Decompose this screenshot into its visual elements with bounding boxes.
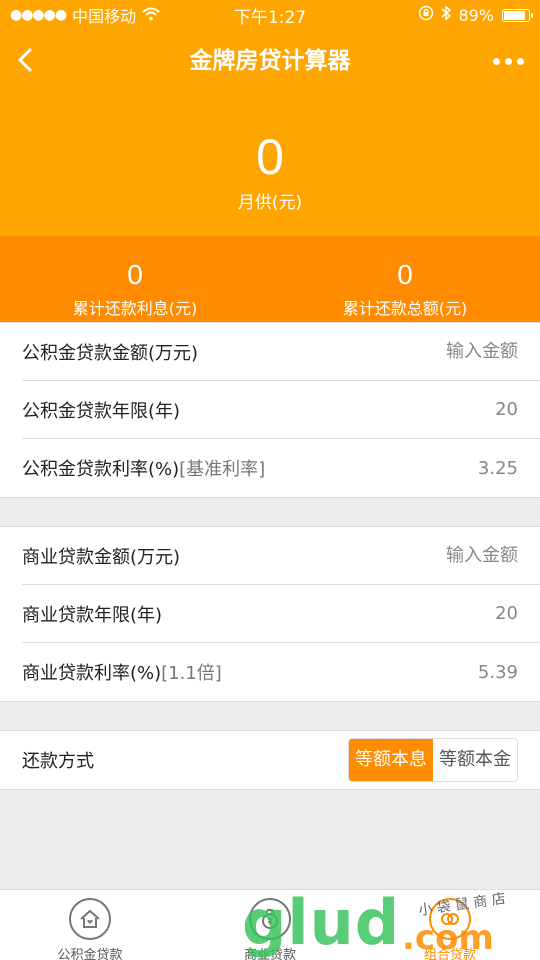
tab-commercial-label: 商业贷款 bbox=[243, 948, 296, 960]
more-dot-icon bbox=[504, 57, 512, 65]
commercial-rate-label: 商业贷款利率(%)[1.1倍] bbox=[22, 659, 222, 685]
rotation-lock-icon bbox=[418, 5, 434, 25]
commercial-amount-row[interactable]: 商业贷款金额(万元) bbox=[22, 527, 540, 585]
commercial-years-value[interactable]: 20 bbox=[495, 603, 518, 624]
commercial-amount-input[interactable] bbox=[368, 545, 518, 566]
combo-icon bbox=[429, 898, 471, 940]
house-icon bbox=[69, 898, 111, 940]
total-interest: 0 累计还款利息(元) bbox=[0, 236, 270, 322]
provident-amount-label: 公积金贷款金额(万元) bbox=[22, 342, 199, 364]
total-repayment: 0 累计还款总额(元) bbox=[270, 236, 540, 322]
page-title: 金牌房贷计算器 bbox=[189, 48, 351, 74]
commercial-rate-label-text: 商业贷款利率(%) bbox=[22, 663, 162, 684]
tab-combined-loan[interactable]: 组合贷款 bbox=[360, 890, 540, 960]
equal-principal-button[interactable]: 等额本金 bbox=[433, 739, 517, 781]
total-repayment-value: 0 bbox=[397, 259, 413, 290]
provident-fund-section: 公积金贷款金额(万元) 公积金贷款年限(年) 20 公积金贷款利率(%)[基准利… bbox=[0, 322, 540, 498]
battery-percent: 89% bbox=[458, 5, 494, 25]
commercial-rate-row[interactable]: 商业贷款利率(%)[1.1倍] 5.39 bbox=[22, 643, 540, 701]
commercial-years-row[interactable]: 商业贷款年限(年) 20 bbox=[22, 585, 540, 643]
monthly-payment-value: 0 bbox=[256, 129, 284, 185]
more-dot-icon bbox=[516, 57, 524, 65]
battery-icon bbox=[502, 8, 533, 22]
repayment-method-row: 还款方式 等额本息 等额本金 bbox=[22, 731, 540, 789]
provident-years-row[interactable]: 公积金贷款年限(年) 20 bbox=[22, 381, 540, 439]
carrier-name: 中国移动 bbox=[72, 7, 137, 26]
bluetooth-icon bbox=[440, 5, 452, 25]
tab-provident-loan[interactable]: 公积金贷款 bbox=[0, 890, 180, 960]
more-button[interactable] bbox=[488, 51, 528, 71]
tab-bar: 公积金贷款 商业贷款 组合贷款 bbox=[0, 889, 540, 960]
money-bag-icon bbox=[249, 898, 291, 940]
commercial-years-label: 商业贷款年限(年) bbox=[22, 604, 163, 626]
summary-panel: 0 累计还款利息(元) 0 累计还款总额(元) bbox=[0, 236, 540, 322]
tab-provident-label: 公积金贷款 bbox=[57, 948, 123, 960]
monthly-payment-panel: 0 月供(元) bbox=[0, 92, 540, 236]
tab-combined-label: 组合贷款 bbox=[423, 948, 476, 960]
tab-commercial-loan[interactable]: 商业贷款 bbox=[180, 890, 360, 960]
repayment-method-section: 还款方式 等额本息 等额本金 bbox=[0, 730, 540, 790]
more-dot-icon bbox=[492, 57, 500, 65]
battery-level bbox=[504, 10, 525, 20]
signal-strength-icon: ●●●●● bbox=[10, 7, 67, 23]
nav-bar: 金牌房贷计算器 bbox=[0, 30, 540, 92]
provident-amount-row[interactable]: 公积金贷款金额(万元) bbox=[22, 323, 540, 381]
total-interest-label: 累计还款利息(元) bbox=[72, 299, 198, 318]
monthly-payment-label: 月供(元) bbox=[237, 193, 303, 213]
provident-years-value[interactable]: 20 bbox=[495, 399, 518, 420]
provident-rate-row[interactable]: 公积金贷款利率(%)[基准利率] 3.25 bbox=[22, 439, 540, 497]
repayment-method-switch: 等额本息 等额本金 bbox=[348, 738, 518, 782]
commercial-loan-section: 商业贷款金额(万元) 商业贷款年限(年) 20 商业贷款利率(%)[1.1倍] … bbox=[0, 526, 540, 702]
commercial-amount-label: 商业贷款金额(万元) bbox=[22, 546, 181, 568]
commercial-rate-note: [1.1倍] bbox=[161, 663, 222, 684]
provident-amount-input[interactable] bbox=[368, 341, 518, 362]
commercial-rate-value[interactable]: 5.39 bbox=[478, 662, 518, 683]
total-repayment-label: 累计还款总额(元) bbox=[342, 299, 468, 318]
total-interest-value: 0 bbox=[127, 259, 143, 290]
provident-years-label: 公积金贷款年限(年) bbox=[22, 400, 181, 422]
provident-rate-note: [基准利率] bbox=[179, 459, 266, 480]
status-bar: ●●●●● 中国移动 下午1:27 89% bbox=[0, 0, 540, 30]
provident-rate-value[interactable]: 3.25 bbox=[478, 458, 518, 479]
equal-installment-button[interactable]: 等额本息 bbox=[349, 739, 433, 781]
provident-rate-label: 公积金贷款利率(%)[基准利率] bbox=[22, 455, 265, 481]
repayment-method-label: 还款方式 bbox=[22, 751, 94, 772]
wifi-icon bbox=[142, 6, 160, 25]
provident-rate-label-text: 公积金贷款利率(%) bbox=[22, 459, 180, 480]
